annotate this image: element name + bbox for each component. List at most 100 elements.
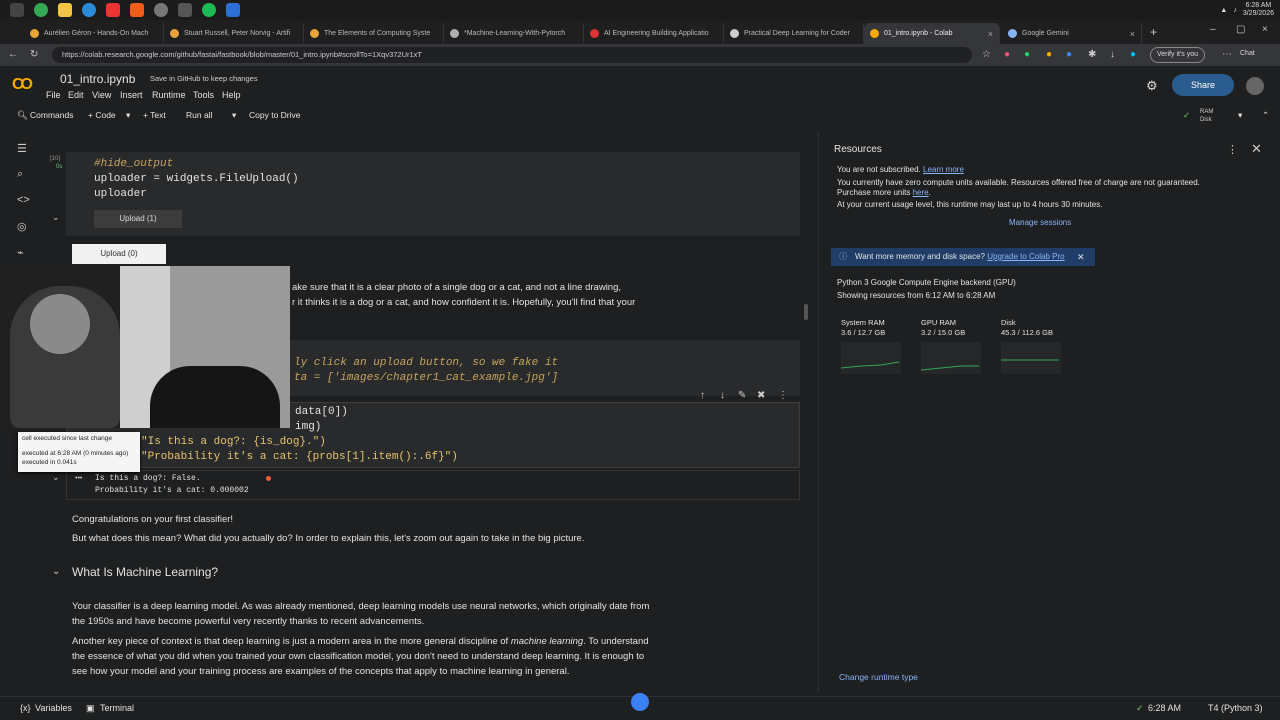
reload-icon[interactable]: ↻ — [30, 49, 38, 60]
save-github-link[interactable]: Save in GitHub to keep changes — [150, 74, 258, 83]
menu-tools[interactable]: Tools — [193, 90, 214, 100]
share-button[interactable]: Share — [1172, 74, 1234, 96]
app-icon[interactable] — [10, 3, 24, 17]
window-minimize-icon[interactable]: – — [1210, 24, 1216, 35]
runtime-status[interactable]: T4 (Python 3) — [1208, 703, 1263, 713]
settings-icon[interactable] — [154, 3, 168, 17]
close-icon[interactable]: ✕ — [1077, 248, 1085, 266]
add-code-button[interactable]: + Code — [88, 110, 116, 120]
collapse-chevron-icon[interactable]: ⌄ — [52, 472, 60, 483]
chat-button[interactable]: Chat — [1240, 50, 1255, 57]
terminal-button[interactable]: Terminal — [100, 703, 134, 713]
browser-tab[interactable]: Practical Deep Learning for Coder — [724, 23, 864, 44]
menu-view[interactable]: View — [92, 90, 111, 100]
upgrade-pro-link[interactable]: Upgrade to Colab Pro — [987, 252, 1064, 261]
window-close-icon[interactable]: × — [1262, 24, 1268, 35]
extension-icon[interactable]: ● — [1024, 49, 1030, 60]
spotify-icon[interactable] — [202, 3, 216, 17]
run-all-button[interactable]: Run all — [186, 110, 212, 120]
brave-icon[interactable] — [130, 3, 144, 17]
run-all-dropdown-icon[interactable]: ▾ — [232, 110, 236, 121]
menu-help[interactable]: Help — [222, 90, 241, 100]
browser-tab[interactable]: Stuart Russell, Peter Norvig - Artifi — [164, 23, 304, 44]
extension-icon[interactable]: ● — [1004, 49, 1010, 60]
delete-icon[interactable]: ✖ — [757, 390, 765, 401]
folder-icon[interactable] — [58, 3, 72, 17]
new-tab-icon[interactable]: + — [1150, 25, 1157, 39]
toc-icon[interactable]: ☰ — [17, 142, 27, 155]
secrets-icon[interactable]: ◎ — [17, 220, 27, 233]
files-icon[interactable]: ⌁ — [17, 246, 24, 259]
change-runtime-link[interactable]: Change runtime type — [839, 672, 918, 682]
learn-more-link[interactable]: Learn more — [923, 165, 964, 174]
app-icon[interactable] — [226, 3, 240, 17]
clock[interactable]: 6:28 AM 3/29/2026 — [1243, 2, 1274, 18]
back-arrow-icon[interactable]: ← — [8, 49, 18, 60]
commands-button[interactable]: Commands — [30, 110, 73, 120]
browser-tab[interactable]: The Elements of Computing Syste — [304, 23, 444, 44]
purchase-label: Purchase more units — [837, 188, 911, 197]
app-icon[interactable] — [178, 3, 192, 17]
extension-icon[interactable]: ● — [1130, 49, 1136, 60]
output-menu-icon[interactable]: ••• — [75, 475, 82, 482]
move-up-icon[interactable]: ↑ — [700, 390, 705, 401]
system-ram-gauge[interactable]: System RAM 3.6 / 12.7 GB — [841, 318, 901, 374]
notebook-title[interactable]: 01_intro.ipynb — [60, 72, 135, 86]
verify-button[interactable]: Verify it's you — [1150, 47, 1206, 63]
close-icon[interactable]: × — [988, 29, 993, 39]
gemini-fab-button[interactable] — [631, 693, 649, 711]
add-text-button[interactable]: + Text — [143, 110, 166, 120]
code-line: uploader = widgets.FileUpload() — [94, 173, 299, 185]
browser-tab[interactable]: *Machine-Learning-With-Pytorch — [444, 23, 584, 44]
more-menu-icon[interactable]: ⋯ — [1222, 49, 1232, 60]
edge-icon[interactable] — [82, 3, 96, 17]
gpu-ram-gauge[interactable]: GPU RAM 3.2 / 15.0 GB — [921, 318, 981, 374]
browser-tab[interactable]: Google Gemini × — [1002, 23, 1142, 44]
more-vert-icon[interactable]: ⋮ — [1227, 143, 1238, 156]
upload-button[interactable]: Upload (1) — [94, 210, 182, 228]
puzzle-icon[interactable]: ✱ — [1088, 49, 1096, 60]
section-collapse-icon[interactable]: ⌄ — [52, 566, 60, 577]
volume-icon[interactable]: ♪ — [1233, 7, 1237, 14]
wifi-icon[interactable]: ▲ — [1220, 7, 1227, 14]
avatar[interactable] — [1246, 77, 1264, 95]
move-down-icon[interactable]: ↓ — [720, 390, 725, 401]
menu-edit[interactable]: Edit — [68, 90, 84, 100]
chrome-icon[interactable] — [34, 3, 48, 17]
find-icon[interactable]: ⌕ — [17, 168, 23, 181]
download-icon[interactable]: ↓ — [1110, 49, 1115, 60]
purchase-here-link[interactable]: here — [913, 188, 929, 197]
collapse-icon[interactable]: ⌃ — [1262, 110, 1269, 121]
extension-icon[interactable]: ● — [1046, 49, 1052, 60]
extension-icon[interactable]: ● — [1066, 49, 1072, 60]
more-vert-icon[interactable]: ⋮ — [778, 390, 788, 401]
clock-date: 3/29/2026 — [1242, 10, 1274, 17]
url-input[interactable]: https://colab.research.google.com/github… — [52, 47, 972, 63]
window-maximize-icon[interactable]: ▢ — [1236, 24, 1245, 35]
copy-to-drive-button[interactable]: Copy to Drive — [249, 110, 301, 120]
app-icon[interactable] — [106, 3, 120, 17]
gear-icon[interactable]: ⚙ — [1146, 78, 1158, 94]
browser-tab-active[interactable]: 01_intro.ipynb - Colab × — [864, 23, 1000, 44]
menu-insert[interactable]: Insert — [120, 90, 143, 100]
close-icon[interactable]: ✕ — [1251, 141, 1262, 157]
menu-runtime[interactable]: Runtime — [152, 90, 186, 100]
variables-button[interactable]: Variables — [35, 703, 72, 713]
collapse-chevron-icon[interactable]: ⌄ — [52, 212, 60, 223]
scrollbar-thumb[interactable] — [804, 304, 808, 320]
edit-icon[interactable]: ✎ — [738, 390, 746, 401]
manage-sessions-link[interactable]: Manage sessions — [1009, 218, 1071, 227]
runtime-dropdown-icon[interactable]: ▾ — [1238, 110, 1242, 121]
close-icon[interactable]: × — [1130, 29, 1135, 39]
code-snippets-icon[interactable]: <> — [17, 194, 30, 206]
browser-tab[interactable]: AI Engineering Building Applicatio — [584, 23, 724, 44]
disk-gauge[interactable]: Disk 45.3 / 112.6 GB — [1001, 318, 1061, 374]
menu-file[interactable]: File — [46, 90, 61, 100]
colab-logo[interactable]: CO — [12, 76, 33, 94]
code-dropdown-icon[interactable]: ▾ — [126, 110, 130, 121]
ram-disk-indicator[interactable]: RAM Disk — [1200, 108, 1213, 124]
code-cell[interactable]: [10] 0s #hide_output uploader = widgets.… — [50, 152, 800, 236]
browser-tab[interactable]: Aurélien Géron - Hands-On Mach — [24, 23, 164, 44]
bookmark-star-icon[interactable]: ☆ — [982, 49, 991, 60]
upload-widget-button[interactable]: Upload (0) — [72, 244, 166, 264]
